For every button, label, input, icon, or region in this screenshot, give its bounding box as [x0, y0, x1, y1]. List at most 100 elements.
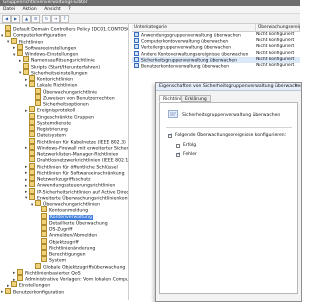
tree-item[interactable]: ▸ Richtlinien für öffentliche Schlüssel	[25, 162, 118, 170]
back-icon[interactable]: ◀	[2, 15, 11, 23]
folder-icon	[29, 125, 35, 131]
tree-item[interactable]: ▾ Richtlinien	[7, 37, 43, 45]
menu-action[interactable]: Aktion	[19, 7, 39, 12]
folder-icon	[41, 250, 47, 256]
folder-icon	[23, 56, 29, 63]
folder-icon	[5, 25, 11, 31]
menu-file[interactable]: Datei	[0, 7, 18, 12]
tree-item[interactable]: ▾ Sicherheitseinstellungen	[19, 68, 88, 76]
column-setting[interactable]: Überwachungsereignisse	[256, 24, 300, 31]
audit-item-icon	[134, 44, 139, 50]
success-checkbox[interactable]	[176, 144, 180, 148]
audit-item-icon	[134, 38, 139, 44]
tree-item[interactable]: ▾ Überwachungsrichtlinien	[31, 200, 100, 208]
tree-item[interactable]: ▾ Lokale Richtlinien	[25, 81, 77, 89]
tree-item[interactable]: ▸ Softwareeinstellungen	[13, 43, 76, 51]
success-label: Erfolg	[183, 143, 197, 148]
tree-item[interactable]: ▸ Ereignisprotokoll	[25, 106, 75, 114]
folder-icon	[29, 131, 35, 138]
folder-icon	[5, 287, 11, 294]
toolbar: ◀ ▶ ▲ ☰ ↻ ⇥ ?	[0, 14, 300, 24]
list-header: Unterkategorie Überwachungsereignisse	[132, 24, 300, 32]
tree-item[interactable]: Detaillierte Überwachung	[37, 218, 108, 226]
setting-cell: Nicht konfiguriert	[256, 56, 295, 62]
tree-item[interactable]: Berechtigungen	[37, 250, 86, 258]
tree-item[interactable]: Objektzugriff	[37, 237, 79, 245]
folder-icon	[23, 68, 29, 75]
folder-icon	[41, 212, 47, 219]
tree-item[interactable]: Systemdienste	[25, 118, 71, 126]
folder-icon	[41, 243, 47, 250]
policy-name: Sicherheitsgruppenverwaltung überwachen	[182, 113, 281, 118]
tree-item[interactable]: ▸ Netzwerkzugriffsschutz	[25, 175, 91, 183]
tree-item[interactable]: Kontoanmeldung	[37, 206, 88, 214]
tree-item[interactable]: Globale Objektzugriffsüberwachung	[31, 262, 125, 270]
table-row[interactable]: Anwendungsgruppenverwaltung überwachen Ni…	[132, 32, 300, 39]
folder-icon	[41, 218, 47, 225]
tree-item[interactable]: Überwachungsrichtlinie	[31, 87, 97, 95]
refresh-icon[interactable]: ↻	[42, 15, 51, 23]
table-row[interactable]: Computerkontoverwaltung überwachen Nicht …	[132, 38, 300, 45]
folder-icon	[35, 100, 41, 106]
tree-item[interactable]: ▸ Administrative Vorlagen: Vom lokalen Co…	[13, 275, 128, 283]
tree-item[interactable]: Skripts (Start/Herunterfahren)	[19, 62, 100, 70]
tree-item[interactable]: Richtlinienänderung	[37, 243, 95, 251]
tree-item[interactable]: ▸ Anwendungssteuerungsrichtlinien	[25, 181, 115, 189]
tree-item[interactable]: DS-Zugriff	[37, 225, 72, 233]
help-icon[interactable]: ?	[60, 15, 69, 23]
audit-policy-icon	[168, 110, 178, 118]
tree-item[interactable]: Richtlinien für Kabelnetze (IEEE 802.3)	[25, 137, 126, 145]
tree-item[interactable]: Sicherheitsoptionen	[31, 100, 89, 108]
tree-item[interactable]: Netzwerklisten-Manager-Richtlinien	[25, 150, 118, 158]
tree-item[interactable]: Kontenverwaltung	[37, 212, 93, 221]
folder-icon	[29, 81, 35, 88]
tree-item[interactable]: ▾Erweiterte Überwachungsrichtlinienkonfi…	[25, 193, 128, 201]
gpo-editor-window: Gruppenrichtlinienverwaltungs-Editor Dat…	[0, 0, 302, 302]
folder-icon	[29, 181, 35, 188]
tree-item[interactable]: ▸ Namensauflösungsrichtlinie	[19, 56, 95, 64]
tree-item[interactable]: ▾ Computerkonfiguration	[1, 31, 66, 39]
folder-icon	[29, 106, 35, 113]
tree-item[interactable]: Default Domain Controllers Policy [DC01.…	[1, 25, 128, 33]
tree-item[interactable]: ▸ Benutzerkonfiguration	[1, 287, 64, 295]
policy-tree: Default Domain Controllers Policy [DC01.…	[0, 24, 129, 300]
show-tree-icon[interactable]: ☰	[31, 15, 40, 23]
tab-explanation[interactable]: Erklärung	[181, 95, 211, 102]
audit-item-icon	[134, 56, 139, 62]
close-icon[interactable]: ×	[293, 84, 299, 90]
tree-item[interactable]: ▸ IP-Sicherheitsrichtlinien auf Active Di…	[25, 187, 128, 195]
table-row[interactable]: Sicherheitsgruppenverwaltung überwachen N…	[132, 56, 300, 64]
tree-item[interactable]: Eingeschränkte Gruppen	[25, 112, 94, 120]
tree-item[interactable]: Dateisystem	[25, 131, 66, 139]
audit-item-icon	[134, 63, 139, 68]
table-row[interactable]: Benutzerkontenverwaltung überwachen Nicht…	[132, 63, 300, 70]
up-folder-icon[interactable]: ▲	[22, 15, 31, 23]
forward-icon[interactable]: ▶	[11, 15, 20, 23]
tree-item[interactable]: ▸ Windows-Firewall mit erweiterter Sicher…	[25, 143, 128, 151]
column-subcategory[interactable]: Unterkategorie	[132, 24, 256, 31]
tree-item[interactable]: System	[37, 256, 66, 264]
menu-help[interactable]: ?	[65, 7, 73, 12]
tree-item[interactable]: ▸ Kontorichtlinien	[25, 75, 73, 83]
configure-checkbox[interactable]	[168, 133, 172, 138]
folder-icon	[35, 200, 41, 206]
tree-item[interactable]: ▸ Einstellungen	[7, 281, 50, 289]
audit-item-icon	[134, 32, 139, 37]
folder-icon	[29, 137, 35, 144]
folder-icon	[41, 237, 47, 244]
tree-item[interactable]: ▾ Windows-Einstellungen	[13, 50, 78, 58]
tree-item[interactable]: Registrierung	[25, 125, 68, 133]
tree-item[interactable]: ▸ Richtlinien für Softwareeinschränkung	[25, 168, 125, 176]
menu-view[interactable]: Ansicht	[41, 7, 64, 12]
tree-item[interactable]: ▸ Richtlinienbasierter QoS	[13, 268, 81, 276]
table-row[interactable]: Verteilergruppenverwaltung überwachen Nic…	[132, 44, 300, 51]
folder-icon	[29, 75, 35, 81]
tree-item[interactable]: Zuweisen von Benutzerrechten	[31, 93, 115, 101]
export-icon[interactable]: ⇥	[51, 15, 60, 23]
configure-label: Folgende Überwachungsereignisse konfigur…	[175, 133, 287, 138]
folder-icon	[29, 143, 35, 150]
tree-item[interactable]: Drahtlosnetzwerkrichtlinien (IEEE 802.11…	[25, 156, 128, 164]
table-row[interactable]: Andere Kontoverwaltungsereignisse überwa…	[132, 50, 300, 57]
failure-checkbox[interactable]	[176, 152, 180, 157]
tree-item[interactable]: Anmelden/Abmelden	[37, 231, 97, 239]
